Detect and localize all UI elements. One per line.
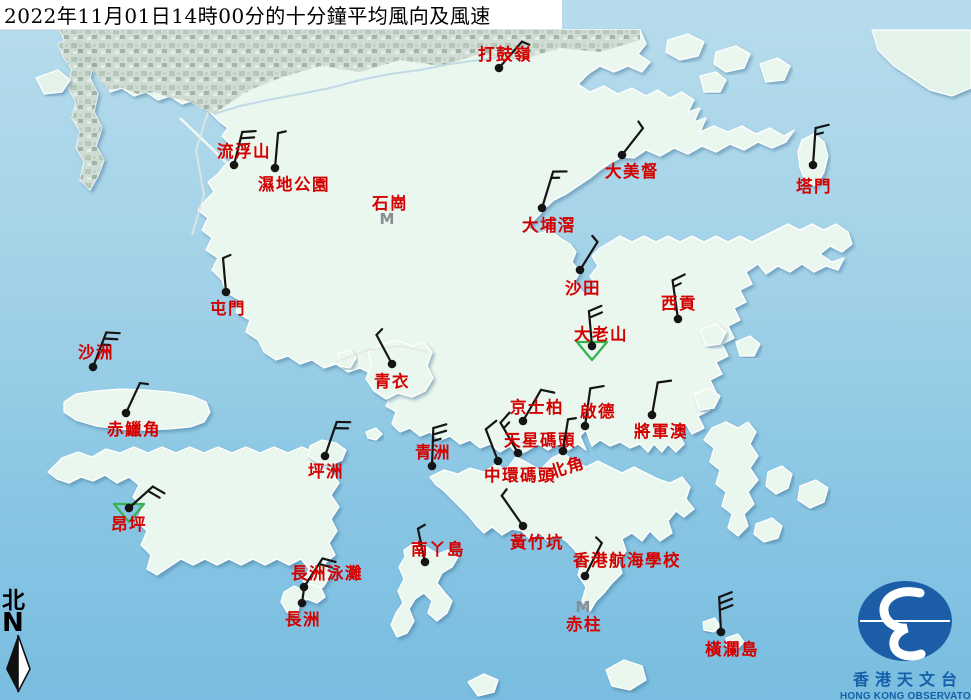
station-label: 橫瀾島 [705, 639, 759, 659]
station-dot [298, 599, 307, 608]
station-dot [674, 315, 683, 324]
observatory-logo: 香港天文台 HONG KONG OBSERVATORY [840, 580, 971, 700]
wind-barb-feather [106, 332, 119, 333]
station-label: 屯門 [210, 298, 246, 318]
station-label: 打鼓嶺 [478, 44, 532, 64]
station-dot [89, 363, 98, 372]
north-compass: 北 N [2, 589, 42, 693]
station-dot [230, 161, 239, 170]
title-bar: 2022年11月01日14時00分的十分鐘平均風向及風速 [0, 0, 562, 30]
wind-barb-feather [242, 131, 255, 132]
station-dot [538, 204, 547, 213]
station-label: 香港航海學校 [573, 550, 681, 570]
station-label: 昂坪 [111, 515, 147, 534]
station-dot [809, 161, 818, 170]
compass-needle-icon [3, 635, 35, 693]
station-dot [559, 447, 568, 456]
station-label: 石崗 [371, 194, 408, 213]
station-label: 南丫島 [411, 539, 465, 559]
compass-north-letter: N [2, 611, 42, 635]
station-dot [122, 409, 131, 418]
station-dot [717, 628, 726, 637]
wind-map-page: 打鼓嶺流浮山濕地公園 M 石崗大埔滘 大美督沙田 塔門屯門 西貢沙洲 大老山青衣京士柏啟德將… [0, 0, 971, 700]
station-label: 青洲 [415, 442, 451, 462]
station-dot [576, 266, 585, 275]
station-label: 大老山 [574, 324, 628, 344]
wind-barb-feather [568, 418, 576, 419]
wind-barb-feather [241, 137, 254, 138]
station-dot [125, 504, 134, 513]
station-dot [648, 411, 657, 420]
missing-data-marker: M [576, 598, 591, 616]
station-dot [321, 452, 330, 461]
station-dot [495, 64, 504, 73]
station-dot [581, 422, 590, 431]
station-label: 黃竹坑 [509, 532, 564, 552]
station-label: 赤柱 [566, 614, 602, 634]
station-dot [271, 164, 280, 173]
station-label: 長洲泳灘 [291, 563, 363, 583]
station-label: 中環碼頭 [484, 465, 556, 485]
station-dot [222, 288, 231, 297]
station-label: 塔門 [796, 176, 832, 196]
station-dot [388, 360, 397, 369]
wind-barb-feather [140, 383, 148, 384]
logo-english-name: HONG KONG OBSERVATORY [840, 691, 971, 700]
station-dot [428, 462, 437, 471]
station-label: 大埔滘 [522, 215, 576, 235]
station-dot [581, 572, 590, 581]
station-label: 京士柏 [510, 397, 564, 417]
station-label: 沙洲 [78, 343, 114, 362]
station-dot [519, 522, 528, 531]
station-label: 西貢 [661, 294, 697, 313]
wind-barb-feather [104, 339, 117, 340]
observatory-emblem-icon [857, 580, 954, 663]
station-label: 沙田 [565, 279, 601, 298]
station-dot [494, 457, 503, 466]
station-label: 坪洲 [308, 462, 344, 481]
station-label: 青衣 [374, 371, 410, 391]
station-label: 流浮山 [217, 141, 271, 161]
station-dot [519, 417, 528, 426]
station-label: 濕地公園 [258, 174, 330, 194]
station-label: 大美督 [605, 161, 659, 181]
station-label: 啟德 [580, 401, 616, 421]
station-label: 赤鱲角 [107, 419, 161, 439]
station-dot [618, 151, 627, 160]
station-label: 將軍澳 [634, 421, 688, 441]
station-label: 長洲 [285, 610, 321, 629]
hong-kong-wind-map: 打鼓嶺流浮山濕地公園 M 石崗大埔滘 大美督沙田 塔門屯門 西貢沙洲 大老山青衣京士柏啟德將… [0, 0, 971, 700]
logo-chinese-name: 香港天文台 [845, 666, 971, 690]
map-title: 2022年11月01日14時00分的十分鐘平均風向及風速 [4, 0, 491, 29]
